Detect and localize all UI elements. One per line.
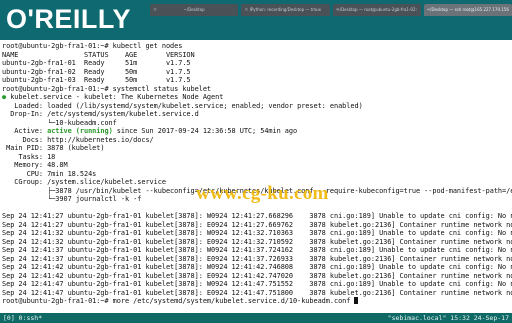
unit-description: kubelet.service - kubelet: The Kubernete…	[10, 93, 224, 101]
terminal-line: └─10-kubeadm.conf	[2, 118, 117, 127]
terminal-line: Active: active (running) since Sun 2017-…	[2, 127, 512, 136]
terminal-tab[interactable]: × IPython: recording/Desktop — tmux	[241, 4, 330, 16]
terminal-line: Sep 24 12:41:37 ubuntu-2gb-fra1-01 kubel…	[2, 246, 512, 254]
tmux-status-right: "sebimac.local" 15:32 24-Sep-17	[387, 314, 509, 322]
terminal-line: Sep 24 12:41:47 ubuntu-2gb-fra1-01 kubel…	[2, 288, 512, 297]
terminal-line: Sep 24 12:41:27 ubuntu-2gb-fra1-01 kubel…	[2, 220, 512, 229]
terminal-line: root@ubuntu-2gb-fra1-01:~# more /etc/sys…	[2, 297, 512, 306]
terminal-line: CPU: 7min 18.524s	[2, 169, 97, 178]
terminal-output: root@ubuntu-2gb-fra1-01:~# kubectl get n…	[0, 40, 512, 306]
close-tab-icon[interactable]: ×	[336, 4, 340, 16]
terminal-line: Main PID: 3878 (kubelet)	[2, 144, 105, 152]
terminal-tab[interactable]: × ~/Desktop — ssh root@165.227.170.156	[423, 4, 512, 16]
tab-label: ~/Desktop	[183, 7, 205, 12]
oreilly-logo: O'REILLY	[6, 4, 131, 34]
terminal-tab[interactable]: × ~/Desktop — root@ubuntu-2gb-fra1-02:	[332, 4, 421, 16]
terminal-tab[interactable]: × ~/Desktop	[150, 4, 239, 16]
terminal-line: Sep 24 12:41:32 ubuntu-2gb-fra1-01 kubel…	[2, 229, 512, 237]
terminal-line: ubuntu-2gb-fra1-01 Ready 51m v1.7.5	[2, 59, 191, 67]
terminal-line: root@ubuntu-2gb-fra1-01:~# systemctl sta…	[2, 84, 212, 93]
status-dot-icon: ●	[2, 93, 11, 101]
status-text: since Sun 2017-09-24 12:36:58 UTC; 54min…	[112, 127, 298, 135]
terminal-line: ubuntu-2gb-fra1-02 Ready 50m v1.7.5	[2, 67, 191, 76]
terminal-window[interactable]: root@ubuntu-2gb-fra1-01:~# kubectl get n…	[0, 40, 512, 313]
terminal-line: Sep 24 12:41:32 ubuntu-2gb-fra1-01 kubel…	[2, 237, 512, 246]
terminal-line: Memory: 48.8M	[2, 161, 68, 169]
terminal-line: ubuntu-2gb-fra1-03 Ready 50m v1.7.5	[2, 76, 191, 84]
terminal-line: Sep 24 12:41:37 ubuntu-2gb-fra1-01 kubel…	[2, 254, 512, 263]
close-tab-icon[interactable]: ×	[153, 4, 157, 16]
terminal-cursor	[354, 297, 359, 304]
terminal-line: Sep 24 12:41:27 ubuntu-2gb-fra1-01 kubel…	[2, 212, 512, 220]
status-text: Active:	[2, 127, 48, 135]
tmux-status-bar: [0] 0:ssh* "sebimac.local" 15:32 24-Sep-…	[0, 313, 512, 323]
terminal-line: Drop-In: /etc/systemd/system/kubelet.ser…	[2, 110, 199, 118]
close-tab-icon[interactable]: ×	[427, 4, 431, 16]
tmux-window-list[interactable]: [0] 0:ssh*	[3, 313, 42, 323]
tab-label: ~/Desktop — root@ubuntu-2gb-fra1-02:	[336, 7, 417, 12]
terminal-line: Sep 24 12:41:47 ubuntu-2gb-fra1-01 kubel…	[2, 280, 512, 288]
tab-label: IPython: recording/Desktop — tmux	[249, 7, 322, 12]
terminal-line: ● kubelet.service - kubelet: The Kuberne…	[2, 93, 512, 102]
close-tab-icon[interactable]: ×	[244, 4, 248, 16]
terminal-line: root@ubuntu-2gb-fra1-01:~# kubectl get n…	[2, 42, 183, 50]
active-status: active (running)	[47, 127, 113, 135]
terminal-line: NAME STATUS AGE VERSION	[2, 50, 195, 59]
watermark: www.cg-ku.com	[196, 183, 329, 204]
tab-label: ~/Desktop — ssh root@165.227.170.156	[426, 7, 509, 12]
terminal-line: Docs: http://kubernetes.io/docs/	[2, 135, 154, 144]
brand-banner: O'REILLY × ~/Desktop × IPython: recording/D…	[0, 0, 512, 40]
terminal-line: Loaded: loaded (/lib/systemd/system/kube…	[2, 101, 363, 110]
terminal-line: Tasks: 18	[2, 152, 56, 161]
terminal-tab-bar: × ~/Desktop × IPython: recording/Desktop — …	[150, 4, 512, 16]
terminal-line: Sep 24 12:41:42 ubuntu-2gb-fra1-01 kubel…	[2, 271, 512, 280]
terminal-line: Sep 24 12:41:42 ubuntu-2gb-fra1-01 kubel…	[2, 263, 512, 271]
